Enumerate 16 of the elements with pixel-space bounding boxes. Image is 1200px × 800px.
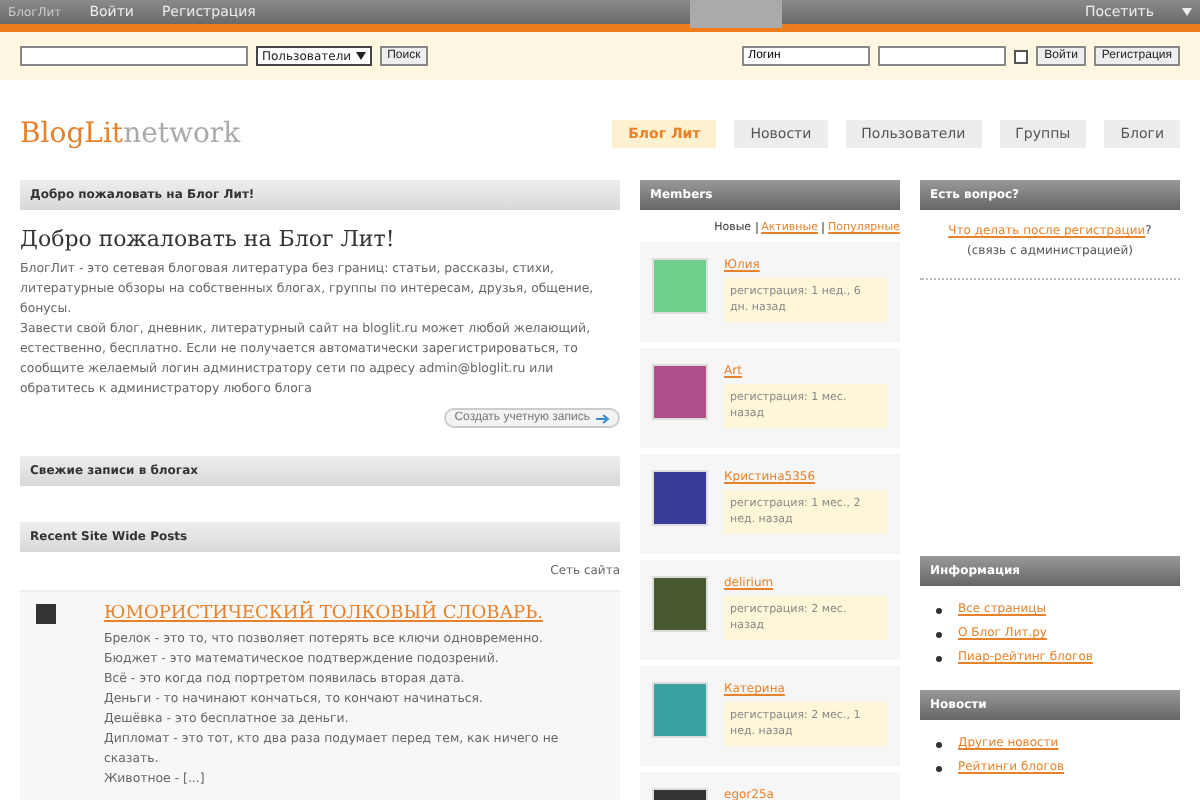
- bullet-icon: [936, 631, 942, 637]
- bullet-icon: [936, 655, 942, 661]
- post-title-link[interactable]: ЮМОРИСТИЧЕСКИЙ ТОЛКОВЫЙ СЛОВАРЬ.: [104, 604, 604, 624]
- bullet-icon: [936, 765, 942, 771]
- caret-icon: [1182, 8, 1192, 16]
- logo-icon: [690, 0, 782, 28]
- caret-icon: [355, 52, 366, 60]
- site-logo[interactable]: BlogLitnetwork: [20, 118, 241, 150]
- welcome-title: Добро пожаловать на Блог Лит!: [20, 224, 397, 256]
- arrow-right-icon: [596, 413, 610, 423]
- bullet-icon: [936, 607, 942, 613]
- password-input[interactable]: [878, 46, 1007, 66]
- post-thumbnail: [36, 604, 56, 624]
- bullet-icon: [936, 741, 942, 747]
- remember-checkbox[interactable]: [1014, 49, 1029, 63]
- search-input[interactable]: [20, 46, 248, 66]
